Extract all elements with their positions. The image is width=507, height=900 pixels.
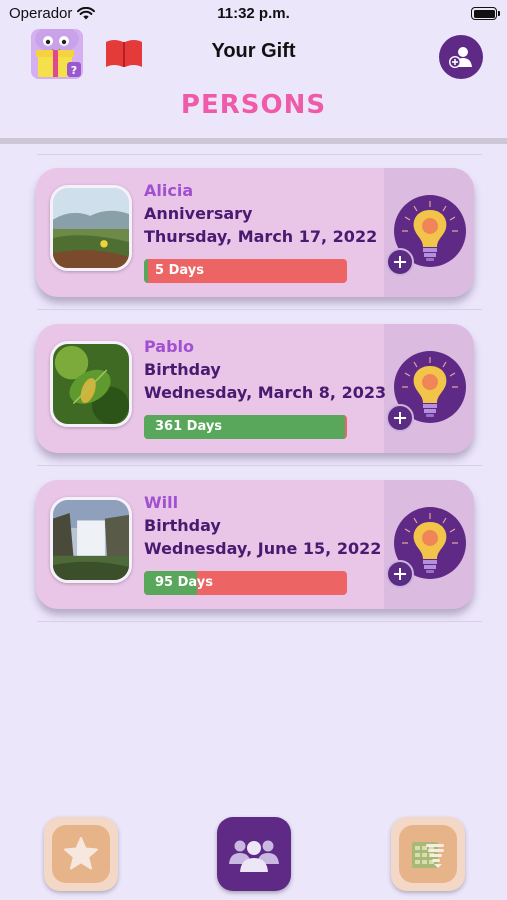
person-name: Alicia bbox=[144, 181, 194, 200]
person-photo bbox=[50, 341, 132, 427]
add-idea-button[interactable] bbox=[386, 404, 414, 432]
tab-calendar[interactable] bbox=[391, 817, 465, 891]
days-remaining-label: 5 Days bbox=[155, 263, 204, 278]
status-bar: Operador 11:32 p.m. bbox=[0, 0, 507, 28]
row-separator bbox=[37, 621, 482, 622]
event-type: Anniversary bbox=[144, 204, 253, 223]
plus-icon bbox=[394, 568, 406, 580]
days-remaining-bar: 361 Days bbox=[144, 415, 347, 439]
add-idea-button[interactable] bbox=[386, 248, 414, 276]
header-divider bbox=[0, 138, 507, 144]
row-separator bbox=[37, 309, 482, 310]
section-title: PERSONS bbox=[180, 90, 327, 120]
person-photo bbox=[50, 497, 132, 583]
plus-icon bbox=[394, 412, 406, 424]
svg-text:?: ? bbox=[71, 64, 77, 77]
event-date: Thursday, March 17, 2022 bbox=[144, 227, 378, 246]
days-remaining-bar: 95 Days bbox=[144, 571, 347, 595]
event-type: Birthday bbox=[144, 516, 221, 535]
battery-icon bbox=[471, 7, 500, 20]
add-idea-button[interactable] bbox=[386, 560, 414, 588]
days-remaining-label: 95 Days bbox=[155, 575, 213, 590]
person-card[interactable]: Pablo Birthday Wednesday, March 8, 2023 … bbox=[36, 324, 474, 453]
person-name: Pablo bbox=[144, 337, 195, 356]
people-icon bbox=[229, 840, 279, 872]
person-card[interactable]: Alicia Anniversary Thursday, March 17, 2… bbox=[36, 168, 474, 297]
event-type: Birthday bbox=[144, 360, 221, 379]
add-person-button[interactable] bbox=[439, 35, 483, 79]
person-card[interactable]: Will Birthday Wednesday, June 15, 2022 9… bbox=[36, 480, 474, 609]
tab-persons[interactable] bbox=[217, 817, 291, 891]
event-date: Wednesday, June 15, 2022 bbox=[144, 539, 382, 558]
row-separator bbox=[37, 154, 482, 155]
calendar-list-icon bbox=[412, 842, 444, 868]
add-person-icon bbox=[449, 47, 472, 68]
plus-icon bbox=[394, 256, 406, 268]
tab-favorites[interactable] bbox=[44, 817, 118, 891]
event-date: Wednesday, March 8, 2023 bbox=[144, 383, 387, 402]
row-separator bbox=[37, 465, 482, 466]
status-time: 11:32 p.m. bbox=[217, 5, 290, 22]
days-progress-fill bbox=[144, 259, 149, 283]
page-title: Your Gift bbox=[211, 40, 296, 62]
star-icon bbox=[64, 837, 98, 870]
person-name: Will bbox=[144, 493, 179, 512]
person-photo bbox=[50, 185, 132, 271]
days-remaining-label: 361 Days bbox=[155, 419, 223, 434]
days-remaining-bar: 5 Days bbox=[144, 259, 347, 283]
